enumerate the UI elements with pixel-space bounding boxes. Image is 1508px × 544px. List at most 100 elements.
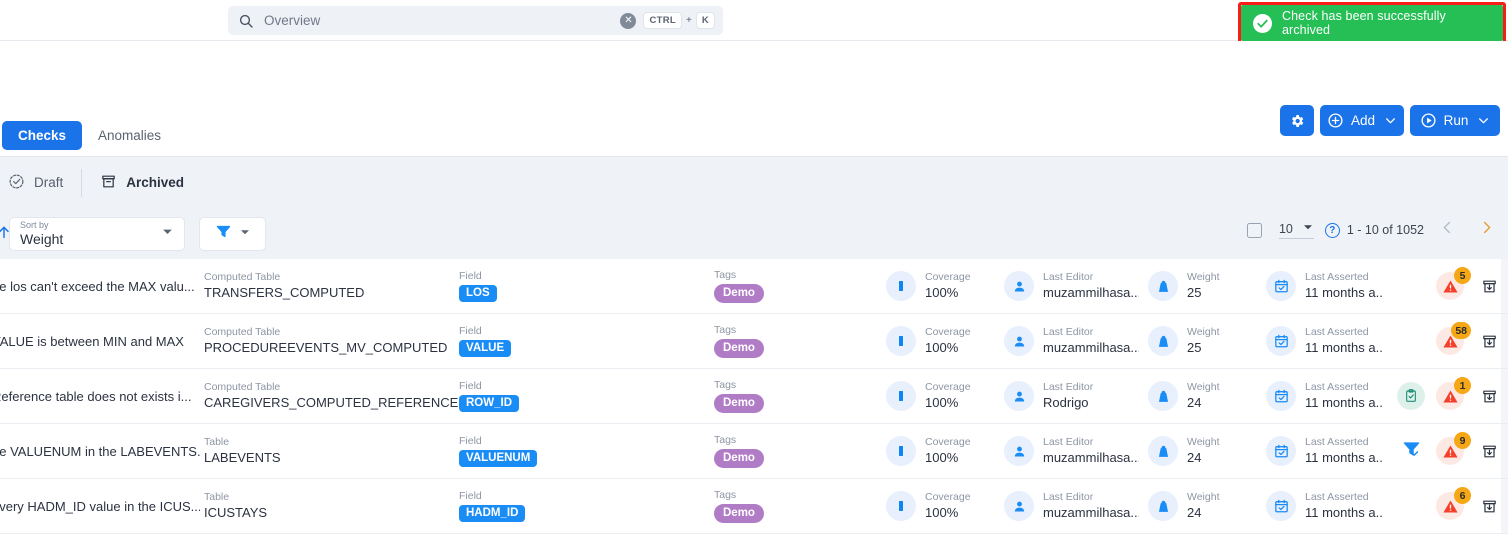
tag-chip[interactable]: Demo: [714, 394, 764, 413]
field-caption: Field: [459, 489, 482, 502]
alert-count-badge: 58: [1451, 322, 1471, 339]
table-cell: Table LABEVENTS: [204, 436, 454, 466]
field-chip[interactable]: VALUENUM: [459, 449, 538, 468]
tab-checks-label: Checks: [18, 127, 67, 143]
success-toast: Check has been successfully archived: [1241, 5, 1503, 41]
plus-circle-icon: [1327, 112, 1344, 129]
vertical-scrollbar-track[interactable]: [1501, 424, 1508, 478]
table-row[interactable]: he los can't exceed the MAX valu... Comp…: [0, 259, 1508, 314]
vertical-scrollbar-track[interactable]: [1501, 259, 1508, 313]
weight-value: 24: [1187, 395, 1202, 411]
sort-by-value: Weight: [20, 231, 64, 248]
alert-indicator[interactable]: 58: [1436, 322, 1471, 357]
row-actions: 1: [1396, 369, 1500, 423]
vertical-scrollbar-track[interactable]: [1501, 369, 1508, 423]
alert-count-badge: 5: [1454, 267, 1471, 284]
subtab-archived[interactable]: Archived: [82, 157, 202, 208]
alert-indicator[interactable]: 1: [1436, 377, 1471, 412]
tag-chip[interactable]: Demo: [714, 449, 764, 468]
editor-value: muzammilhasa...: [1043, 286, 1139, 301]
sort-by-select[interactable]: Sort by Weight: [9, 217, 185, 251]
row-actions: 5: [1396, 259, 1500, 313]
weight-icon: [1148, 436, 1178, 466]
table-row[interactable]: he VALUENUM in the LABEVENTS... Table LA…: [0, 424, 1508, 479]
caret-down-icon: [161, 225, 174, 243]
vertical-scrollbar-track[interactable]: [1501, 314, 1508, 368]
unarchive-icon[interactable]: [1478, 333, 1500, 350]
question-circle-icon[interactable]: ?: [1324, 222, 1340, 238]
alert-count-badge: 9: [1454, 432, 1471, 449]
field-chip[interactable]: ROW_ID: [459, 394, 519, 413]
alert-indicator[interactable]: 6: [1436, 487, 1471, 522]
editor-caption: Last Editor: [1043, 436, 1094, 448]
unarchive-icon[interactable]: [1478, 498, 1500, 515]
tag-chip[interactable]: Demo: [714, 339, 764, 358]
settings-button[interactable]: [1280, 105, 1314, 136]
weight-metric: Weight 25: [1148, 271, 1220, 301]
tags-caption: Tags: [714, 324, 737, 337]
table-value: PROCEDUREEVENTS_MV_COMPUTED: [204, 340, 448, 356]
filter-select[interactable]: [199, 217, 266, 251]
run-button[interactable]: Run: [1410, 105, 1500, 136]
alert-indicator[interactable]: 5: [1436, 267, 1471, 302]
page-size-select[interactable]: 10: [1278, 221, 1314, 239]
shortcut-plus: +: [685, 15, 692, 26]
check-name: Reference table does not exists i...: [0, 388, 192, 404]
tag-chip[interactable]: Demo: [714, 504, 764, 523]
asserted-metric: Last Asserted 11 months a..: [1266, 491, 1383, 521]
weight-value: 25: [1187, 340, 1202, 356]
field-chip[interactable]: VALUE: [459, 339, 512, 358]
page-size-value: 10: [1278, 221, 1293, 236]
tags-cell: Tags Demo: [714, 489, 764, 523]
search-input[interactable]: [264, 13, 621, 28]
coverage-value: 100%: [925, 340, 959, 356]
tags-cell: Tags Demo: [714, 324, 764, 358]
select-all-checkbox[interactable]: [1246, 222, 1262, 238]
table-cell: Table ICUSTAYS: [204, 491, 454, 521]
coverage-bar-icon: [886, 491, 916, 521]
filter-check-icon[interactable]: [1402, 439, 1421, 463]
check-name: VALUE is between MIN and MAX: [0, 333, 184, 349]
tags-caption: Tags: [714, 489, 737, 502]
unarchive-icon[interactable]: [1478, 388, 1500, 405]
chevron-right-icon[interactable]: [1479, 220, 1494, 240]
subtab-draft[interactable]: Draft: [0, 157, 81, 208]
weight-icon: [1148, 326, 1178, 356]
table-caption: Computed Table: [204, 271, 281, 283]
table-value: LABEVENTS: [204, 450, 281, 466]
field-cell: Field LOS: [459, 270, 497, 303]
tab-checks[interactable]: Checks: [2, 120, 83, 150]
weight-caption: Weight: [1187, 491, 1220, 503]
add-button[interactable]: Add: [1320, 105, 1404, 136]
table-row[interactable]: VALUE is between MIN and MAX Computed Ta…: [0, 314, 1508, 369]
global-search[interactable]: ✕ CTRL + K: [228, 6, 723, 35]
calendar-check-icon: [1266, 326, 1296, 356]
close-circle-icon[interactable]: ✕: [620, 12, 637, 29]
weight-metric: Weight 24: [1148, 436, 1220, 466]
clipboard-check-icon[interactable]: [1397, 382, 1425, 410]
alert-indicator[interactable]: 9: [1436, 432, 1471, 467]
table-value: ICUSTAYS: [204, 505, 268, 521]
asserted-value: 11 months a..: [1305, 451, 1383, 466]
tags-cell: Tags Demo: [714, 379, 764, 413]
editor-caption: Last Editor: [1043, 491, 1094, 503]
table-row[interactable]: every HADM_ID value in the ICUS... Table…: [0, 479, 1508, 534]
chevron-left-icon[interactable]: [1440, 220, 1455, 240]
tag-chip[interactable]: Demo: [714, 284, 764, 303]
weight-metric: Weight 24: [1148, 381, 1220, 411]
unarchive-icon[interactable]: [1478, 278, 1500, 295]
field-chip[interactable]: LOS: [459, 284, 497, 303]
asserted-caption: Last Asserted: [1305, 491, 1369, 503]
funnel-icon: [215, 223, 232, 245]
field-chip[interactable]: HADM_ID: [459, 504, 526, 523]
tags-caption: Tags: [714, 379, 737, 392]
tab-anomalies[interactable]: Anomalies: [82, 121, 177, 150]
vertical-scrollbar-track[interactable]: [1501, 479, 1508, 533]
unarchive-icon[interactable]: [1478, 443, 1500, 460]
caret-down-icon: [1302, 221, 1314, 236]
asserted-value: 11 months a..: [1305, 286, 1383, 301]
editor-value: Rodrigo: [1043, 396, 1089, 411]
field-caption: Field: [459, 379, 482, 392]
coverage-value: 100%: [925, 505, 959, 521]
table-row[interactable]: Reference table does not exists i... Com…: [0, 369, 1508, 424]
